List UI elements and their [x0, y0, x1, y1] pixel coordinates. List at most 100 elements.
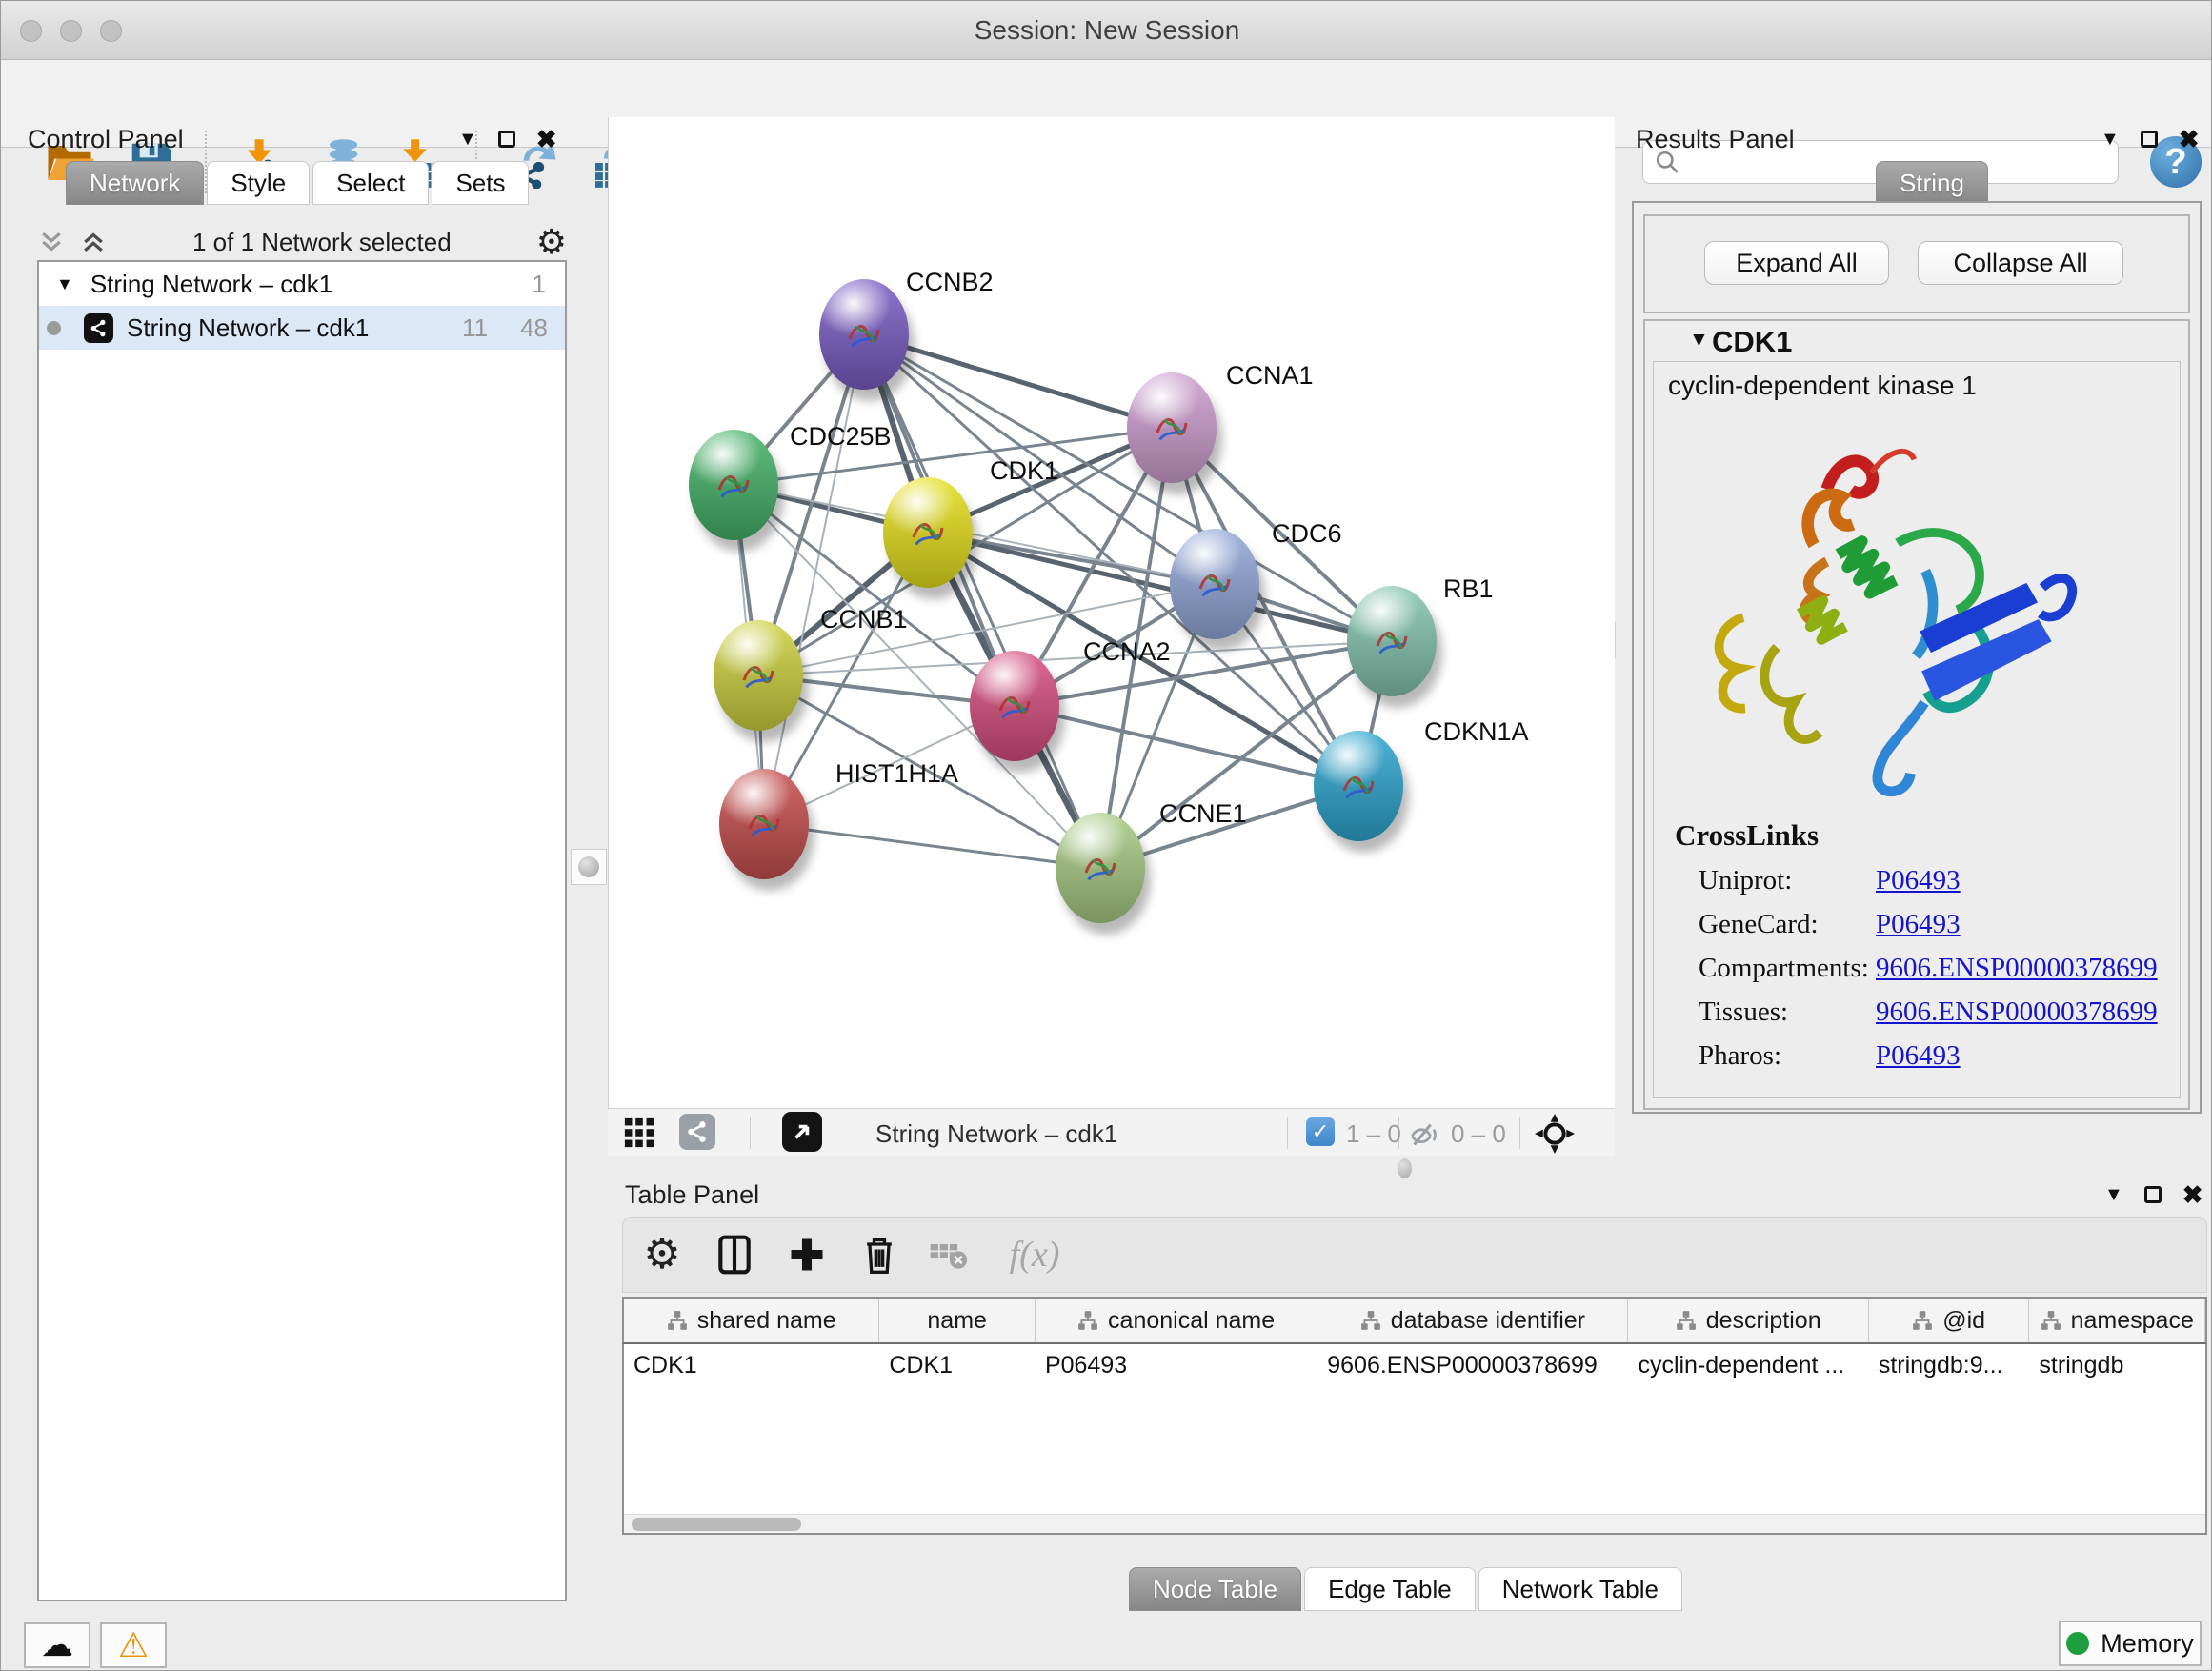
panel-menu-icon[interactable]: ▼ — [2104, 1184, 2123, 1206]
table-cell[interactable]: CDK1 — [879, 1346, 1036, 1384]
close-panel-icon[interactable]: ✖ — [2182, 1182, 2203, 1207]
add-column-icon[interactable] — [780, 1228, 834, 1281]
share-view-icon[interactable] — [679, 1114, 715, 1150]
network-node-hist1h1a[interactable] — [719, 769, 809, 879]
tab-network[interactable]: Network — [66, 161, 204, 205]
column-header-database-identifier[interactable]: database identifier — [1317, 1299, 1628, 1342]
string-app-icon — [84, 313, 113, 343]
table-cell[interactable]: P06493 — [1036, 1346, 1317, 1384]
memory-button[interactable]: Memory — [2059, 1621, 2202, 1666]
network-row-selected[interactable]: String Network – cdk1 11 48 — [39, 306, 565, 350]
tab-style[interactable]: Style — [207, 161, 310, 205]
current-network-name: String Network – cdk1 — [875, 1119, 1117, 1149]
birds-eye-view-icon[interactable] — [782, 1112, 822, 1152]
network-options-gear-icon[interactable]: ⚙ — [536, 225, 567, 259]
collapse-all-button[interactable]: Collapse All — [1918, 241, 2123, 285]
protein-structure-image — [1682, 432, 2101, 803]
protein-thumbnail — [1335, 759, 1382, 813]
tab-string[interactable]: String — [1876, 161, 1988, 205]
network-node-cdc25b[interactable] — [689, 430, 778, 540]
network-node-ccna2[interactable] — [970, 651, 1059, 761]
window-title: Session: New Session — [1, 15, 2212, 46]
tab-select[interactable]: Select — [312, 161, 429, 205]
close-panel-icon[interactable]: ✖ — [536, 127, 557, 151]
expand-all-icon[interactable] — [79, 228, 108, 256]
gene-collapse-icon[interactable]: ▼ — [1689, 329, 1709, 352]
table-cell[interactable]: CDK1 — [624, 1346, 879, 1384]
network-edge[interactable] — [864, 334, 1172, 428]
network-node-ccne1[interactable] — [1056, 813, 1145, 923]
network-edge[interactable] — [1015, 706, 1358, 786]
network-node-cdkn1a[interactable] — [1314, 731, 1403, 841]
table-options-gear-icon[interactable]: ⚙ — [635, 1228, 689, 1281]
network-node-rb1[interactable] — [1347, 586, 1437, 696]
table-cell[interactable]: stringdb:9... — [1869, 1346, 2030, 1384]
warnings-button[interactable]: ⚠ — [100, 1622, 167, 1668]
crosslink-label: Compartments: — [1699, 953, 1876, 984]
network-edge[interactable] — [764, 334, 864, 824]
node-label-cdc6: CDC6 — [1272, 519, 1342, 549]
network-node-cdc6[interactable] — [1170, 529, 1259, 639]
scrollbar-thumb[interactable] — [632, 1518, 801, 1531]
selected-checkbox-icon[interactable]: ✓ — [1306, 1117, 1335, 1146]
control-panel-tabs: NetworkStyleSelectSets — [66, 161, 532, 205]
cloud-status-button[interactable]: ☁ — [24, 1622, 90, 1668]
protein-thumbnail — [840, 308, 888, 361]
tab-node-table[interactable]: Node Table — [1129, 1567, 1301, 1611]
network-edge[interactable] — [928, 533, 1392, 641]
collection-label: String Network – cdk1 — [90, 270, 533, 299]
crosslink-label: Pharos: — [1699, 1040, 1876, 1072]
memory-label: Memory — [2101, 1629, 2194, 1659]
column-header-description[interactable]: description — [1628, 1299, 1868, 1342]
column-header-canonical-name[interactable]: canonical name — [1036, 1299, 1317, 1342]
protein-thumbnail — [991, 679, 1038, 733]
tab-network-table[interactable]: Network Table — [1478, 1567, 1682, 1611]
crosslink-link[interactable]: P06493 — [1876, 1040, 1961, 1072]
crosslink-row: Compartments:9606.ENSP00000378699 — [1699, 946, 2175, 990]
network-canvas[interactable]: CCNB2CCNA1CDC25BCDK1CDC6RB1CCNB1CCNA2CDK… — [608, 117, 1615, 1108]
node-label-ccna2: CCNA2 — [1083, 637, 1171, 667]
node-label-ccnb2: CCNB2 — [906, 268, 994, 297]
network-node-ccnb1[interactable] — [714, 620, 803, 731]
network-collection-row[interactable]: ▼ String Network – cdk1 1 — [39, 262, 565, 306]
column-header-id[interactable]: @id — [1869, 1299, 2030, 1342]
tab-sets[interactable]: Sets — [432, 161, 529, 205]
crosslink-link[interactable]: P06493 — [1876, 909, 1961, 940]
network-edge[interactable] — [764, 824, 1100, 868]
crosslink-row: Uniprot:P06493 — [1699, 858, 2175, 902]
crosslink-link[interactable]: 9606.ENSP00000378699 — [1876, 997, 2158, 1028]
protein-thumbnail — [1191, 557, 1238, 611]
network-edge[interactable] — [734, 485, 1215, 584]
tab-edge-table[interactable]: Edge Table — [1304, 1567, 1476, 1611]
expand-all-button[interactable]: Expand All — [1704, 241, 1889, 285]
network-node-cdk1[interactable] — [883, 477, 973, 588]
panel-menu-icon[interactable]: ▼ — [2101, 129, 2120, 151]
table-cell[interactable]: stringdb — [2029, 1346, 2205, 1384]
column-header-name[interactable]: name — [879, 1299, 1036, 1342]
node-label-ccna1: CCNA1 — [1226, 361, 1314, 391]
float-panel-icon[interactable] — [498, 131, 515, 148]
show-columns-icon[interactable] — [708, 1228, 761, 1281]
float-panel-icon[interactable] — [2144, 1186, 2162, 1203]
crosslink-link[interactable]: P06493 — [1876, 865, 1961, 896]
collapse-all-icon[interactable] — [37, 228, 66, 256]
cytoscape-window: Session: New Session — [0, 0, 2212, 1671]
network-node-ccna1[interactable] — [1127, 372, 1217, 483]
delete-column-icon[interactable] — [853, 1228, 906, 1281]
float-panel-icon[interactable] — [2141, 131, 2158, 148]
bottom-splitter-handle[interactable] — [1398, 1158, 1412, 1178]
crosslink-link[interactable]: 9606.ENSP00000378699 — [1876, 953, 2158, 984]
network-node-ccnb2[interactable] — [819, 279, 909, 390]
grid-view-icon[interactable] — [618, 1112, 660, 1154]
fit-selected-crosshair-icon[interactable] — [1533, 1112, 1577, 1156]
table-horizontal-scrollbar[interactable] — [624, 1514, 2205, 1533]
column-header-shared-name[interactable]: shared name — [624, 1299, 879, 1342]
table-data-row[interactable]: CDK1CDK1P064939606.ENSP00000378699cyclin… — [624, 1346, 2205, 1384]
column-header-namespace[interactable]: namespace — [2029, 1299, 2205, 1342]
left-splitter-handle[interactable] — [571, 849, 607, 885]
panel-menu-icon[interactable]: ▼ — [458, 129, 477, 151]
close-panel-icon[interactable]: ✖ — [2179, 127, 2200, 151]
table-cell[interactable]: 9606.ENSP00000378699 — [1317, 1346, 1628, 1384]
table-cell[interactable]: cyclin-dependent ... — [1628, 1346, 1868, 1384]
collection-expand-icon[interactable]: ▼ — [56, 274, 73, 294]
